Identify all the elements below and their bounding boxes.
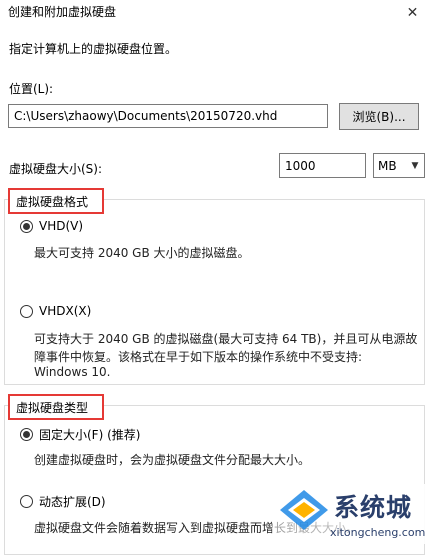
radio-vhdx-indicator[interactable]: [20, 304, 33, 318]
instruction-text: 指定计算机上的虚拟硬盘位置。: [9, 42, 178, 56]
location-input-value: C:\Users\zhaowy\Documents\20150720.vhd: [14, 109, 278, 123]
radio-fixed-size-label: 固定大小(F) (推荐): [39, 428, 141, 442]
vhdx-description-line-1: 可支持大于 2040 GB 的虚拟磁盘(最大可支持 64 TB)，并且可从电源故: [34, 332, 418, 346]
radio-vhd-label: VHD(V): [39, 219, 84, 233]
chevron-down-icon: ▼: [411, 160, 419, 171]
browse-button[interactable]: 浏览(B)...: [339, 103, 419, 130]
vhd-description: 最大可支持 2040 GB 大小的虚拟磁盘。: [34, 246, 250, 260]
format-section-title: 虚拟硬盘格式: [8, 188, 104, 214]
close-icon[interactable]: ✕: [396, 0, 429, 26]
location-label: 位置(L):: [9, 82, 54, 96]
size-label: 虚拟硬盘大小(S):: [9, 162, 103, 176]
watermark-title: 系统城: [334, 493, 413, 522]
radio-vhd-indicator[interactable]: [20, 219, 33, 233]
vhdx-description-line-3: Windows 10.: [34, 365, 111, 379]
radio-dynamic-label: 动态扩展(D): [39, 495, 106, 509]
fixed-size-description: 创建虚拟硬盘时，会为虚拟硬盘文件分配最大大小。: [34, 453, 311, 467]
radio-dynamic-indicator[interactable]: [20, 495, 33, 508]
location-input[interactable]: C:\Users\zhaowy\Documents\20150720.vhd: [8, 104, 328, 128]
size-input[interactable]: 1000: [279, 153, 366, 178]
type-section-title: 虚拟硬盘类型: [8, 394, 104, 420]
size-input-value: 1000: [285, 158, 316, 173]
radio-fixed-size[interactable]: 固定大小(F) (推荐): [20, 426, 140, 443]
unit-select-value: MB: [378, 158, 397, 173]
watermark-logo-icon: [280, 490, 328, 530]
radio-vhdx[interactable]: VHDX(X): [20, 304, 91, 318]
radio-vhdx-label: VHDX(X): [39, 304, 92, 318]
window-title: 创建和附加虚拟硬盘: [8, 5, 117, 19]
unit-select[interactable]: MB ▼: [373, 153, 425, 178]
vhdx-description-line-2: 障事件中恢复。该格式在早于如下版本的操作系统中不受支持:: [34, 350, 363, 364]
radio-vhd[interactable]: VHD(V): [20, 219, 83, 233]
watermark-url: xitongcheng.com: [330, 526, 426, 539]
radio-dynamic[interactable]: 动态扩展(D): [20, 493, 106, 510]
radio-fixed-size-indicator[interactable]: [20, 428, 33, 441]
